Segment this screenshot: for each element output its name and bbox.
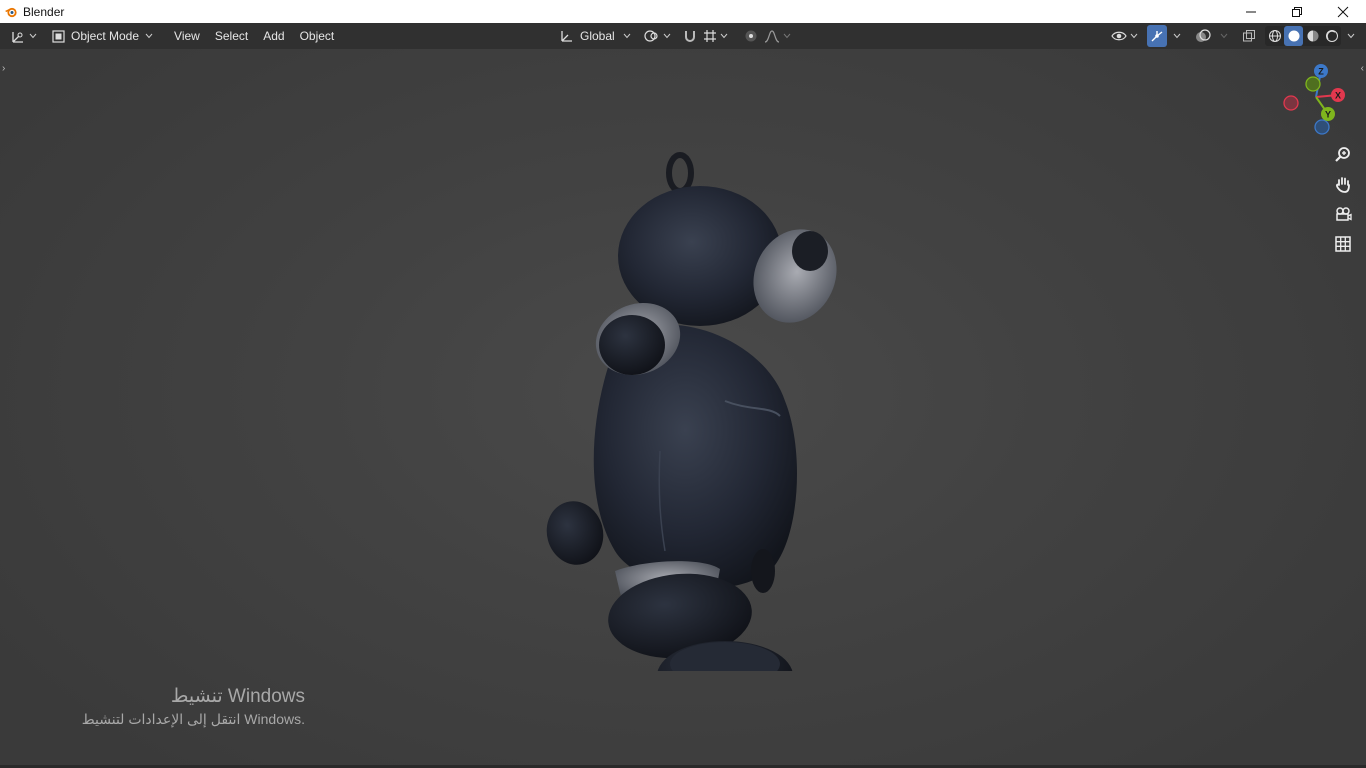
close-icon	[1337, 6, 1349, 17]
snap-increment-icon	[703, 29, 717, 43]
menu-object[interactable]: Object	[293, 25, 342, 47]
sidebar-expand-arrow-icon[interactable]: ‹	[1361, 63, 1364, 74]
chevron-down-icon	[145, 33, 153, 39]
teddy-bear-model[interactable]	[530, 101, 860, 671]
chevron-down-icon	[720, 33, 728, 39]
visibility-dropdown[interactable]	[1108, 25, 1141, 47]
pivot-point-icon	[644, 29, 660, 43]
zoom-icon	[1335, 147, 1350, 162]
gizmo-toggle-button[interactable]	[1147, 25, 1167, 47]
gizmo-neg-y[interactable]	[1305, 76, 1321, 92]
proportional-edit-toggle[interactable]	[741, 25, 761, 47]
xray-toggle-icon	[1242, 29, 1256, 43]
camera-view-icon	[1336, 207, 1352, 221]
xray-toggle-button[interactable]	[1239, 25, 1259, 47]
transform-orientation-label: Global	[580, 29, 615, 43]
gizmo-neg-x[interactable]	[1283, 95, 1299, 111]
watermark-title: تنشيط Windows	[170, 686, 305, 707]
falloff-curve-icon	[764, 29, 780, 43]
chevron-down-icon	[1130, 33, 1138, 39]
gizmo-y-label: Y	[1325, 110, 1331, 120]
gizmo-toggle-icon	[1150, 29, 1164, 43]
rendered-shading-icon	[1325, 29, 1339, 43]
chevron-down-icon	[1347, 33, 1355, 39]
transform-orientation-icon	[560, 29, 574, 43]
menu-view[interactable]: View	[167, 25, 207, 47]
snap-toggle[interactable]	[680, 25, 700, 47]
gizmo-z-label: Z	[1318, 67, 1324, 77]
falloff-dropdown[interactable]	[761, 25, 794, 47]
pivot-point-dropdown[interactable]	[641, 25, 674, 47]
watermark-subtitle: انتقل إلى الإعدادات لتنشيط Windows.	[81, 711, 305, 727]
overlays-icon	[1195, 29, 1211, 43]
chevron-down-icon	[1220, 33, 1228, 39]
minimize-icon	[1246, 11, 1256, 12]
wireframe-shading-icon	[1268, 29, 1282, 43]
minimize-button[interactable]	[1228, 0, 1274, 23]
mode-selector[interactable]: Object Mode	[45, 25, 160, 47]
proportional-edit-icon	[744, 29, 758, 43]
zoom-button[interactable]	[1330, 141, 1356, 167]
restore-button[interactable]	[1274, 0, 1320, 23]
chevron-down-icon	[783, 33, 791, 39]
viewport-header: Object Mode View Select Add Object Globa…	[0, 23, 1366, 49]
mode-label: Object Mode	[71, 29, 140, 43]
windows-activation-watermark: تنشيط Windows انتقل إلى الإعدادات لتنشيط…	[60, 685, 305, 728]
chevron-down-icon	[1173, 33, 1181, 39]
restore-icon	[1292, 6, 1302, 17]
orthographic-toggle-button[interactable]	[1330, 231, 1356, 257]
overlays-toggle-button[interactable]	[1192, 25, 1214, 47]
navigation-gizmo[interactable]: Z X Y	[1276, 61, 1352, 137]
menu-select[interactable]: Select	[208, 25, 255, 47]
material-preview-icon	[1306, 29, 1320, 43]
gizmo-dropdown[interactable]	[1167, 25, 1184, 47]
chevron-down-icon	[623, 33, 631, 39]
shading-mode-group	[1265, 26, 1341, 46]
snap-magnet-icon	[683, 29, 697, 43]
toolbar-expand-arrow-icon[interactable]: ›	[2, 63, 5, 74]
gizmo-neg-z[interactable]	[1314, 119, 1330, 135]
orthographic-grid-icon	[1335, 236, 1351, 252]
shading-solid-button[interactable]	[1284, 26, 1303, 46]
chevron-down-icon	[663, 33, 671, 39]
shading-options-dropdown[interactable]	[1341, 25, 1358, 47]
gizmo-x-label: X	[1335, 91, 1341, 101]
transform-orientation-dropdown[interactable]: Global	[556, 25, 635, 47]
overlays-dropdown[interactable]	[1214, 25, 1231, 47]
snap-target-dropdown[interactable]	[700, 25, 731, 47]
object-visibility-icon	[1111, 29, 1127, 43]
solid-shading-icon	[1287, 29, 1301, 43]
shading-wireframe-button[interactable]	[1265, 26, 1284, 46]
editor-type-button[interactable]	[6, 25, 41, 47]
menu-add[interactable]: Add	[256, 25, 291, 47]
close-button[interactable]	[1320, 0, 1366, 23]
window-title: Blender	[23, 4, 65, 19]
shading-material-button[interactable]	[1303, 26, 1322, 46]
3d-viewport[interactable]: › ‹ Z X Y تنشيط Windows انتقل إلى الإعدا…	[0, 49, 1366, 765]
blender-logo-icon	[4, 5, 18, 19]
editor-type-3d-viewport-icon	[10, 29, 26, 43]
pan-button[interactable]	[1330, 171, 1356, 197]
chevron-down-icon	[29, 33, 37, 39]
camera-view-button[interactable]	[1330, 201, 1356, 227]
object-mode-icon	[52, 29, 65, 43]
shading-rendered-button[interactable]	[1322, 26, 1341, 46]
window-titlebar: Blender	[0, 0, 1366, 23]
hand-pan-icon	[1336, 177, 1350, 193]
